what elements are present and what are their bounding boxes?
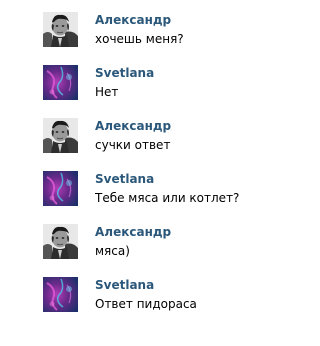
message-author[interactable]: Svetlana: [95, 172, 154, 186]
message-item: Svetlana Нет: [43, 65, 293, 105]
message-text: сучки ответ: [95, 138, 171, 152]
message-author[interactable]: Svetlana: [95, 66, 154, 80]
message-author[interactable]: Александр: [95, 13, 171, 27]
message-item: Svetlana Ответ пидораса: [43, 277, 293, 317]
message-item: Александр сучки ответ: [43, 118, 293, 158]
message-text: Ответ пидораса: [95, 297, 197, 311]
message-item: Александр хочешь меня?: [43, 12, 293, 52]
purple-abstract-icon: [43, 277, 78, 312]
message-author[interactable]: Svetlana: [95, 278, 154, 292]
avatar[interactable]: [43, 224, 78, 259]
purple-abstract-icon: [43, 171, 78, 206]
avatar[interactable]: [43, 12, 78, 47]
avatar[interactable]: [43, 277, 78, 312]
message-text: хочешь меня?: [95, 32, 184, 46]
message-author[interactable]: Александр: [95, 225, 171, 239]
avatar[interactable]: [43, 118, 78, 153]
message-text: Нет: [95, 85, 119, 99]
message-item: Александр мяса): [43, 224, 293, 264]
message-text: мяса): [95, 244, 130, 258]
man-photo-icon: [43, 224, 78, 259]
avatar[interactable]: [43, 171, 78, 206]
chat-history: Александр хочешь меня? Svetlana Нет Алек…: [0, 0, 305, 346]
message-text: Тебе мяса или котлет?: [95, 191, 240, 205]
message-author[interactable]: Александр: [95, 119, 171, 133]
man-photo-icon: [43, 118, 78, 153]
purple-abstract-icon: [43, 65, 78, 100]
avatar[interactable]: [43, 65, 78, 100]
man-photo-icon: [43, 12, 78, 47]
message-item: Svetlana Тебе мяса или котлет?: [43, 171, 293, 211]
